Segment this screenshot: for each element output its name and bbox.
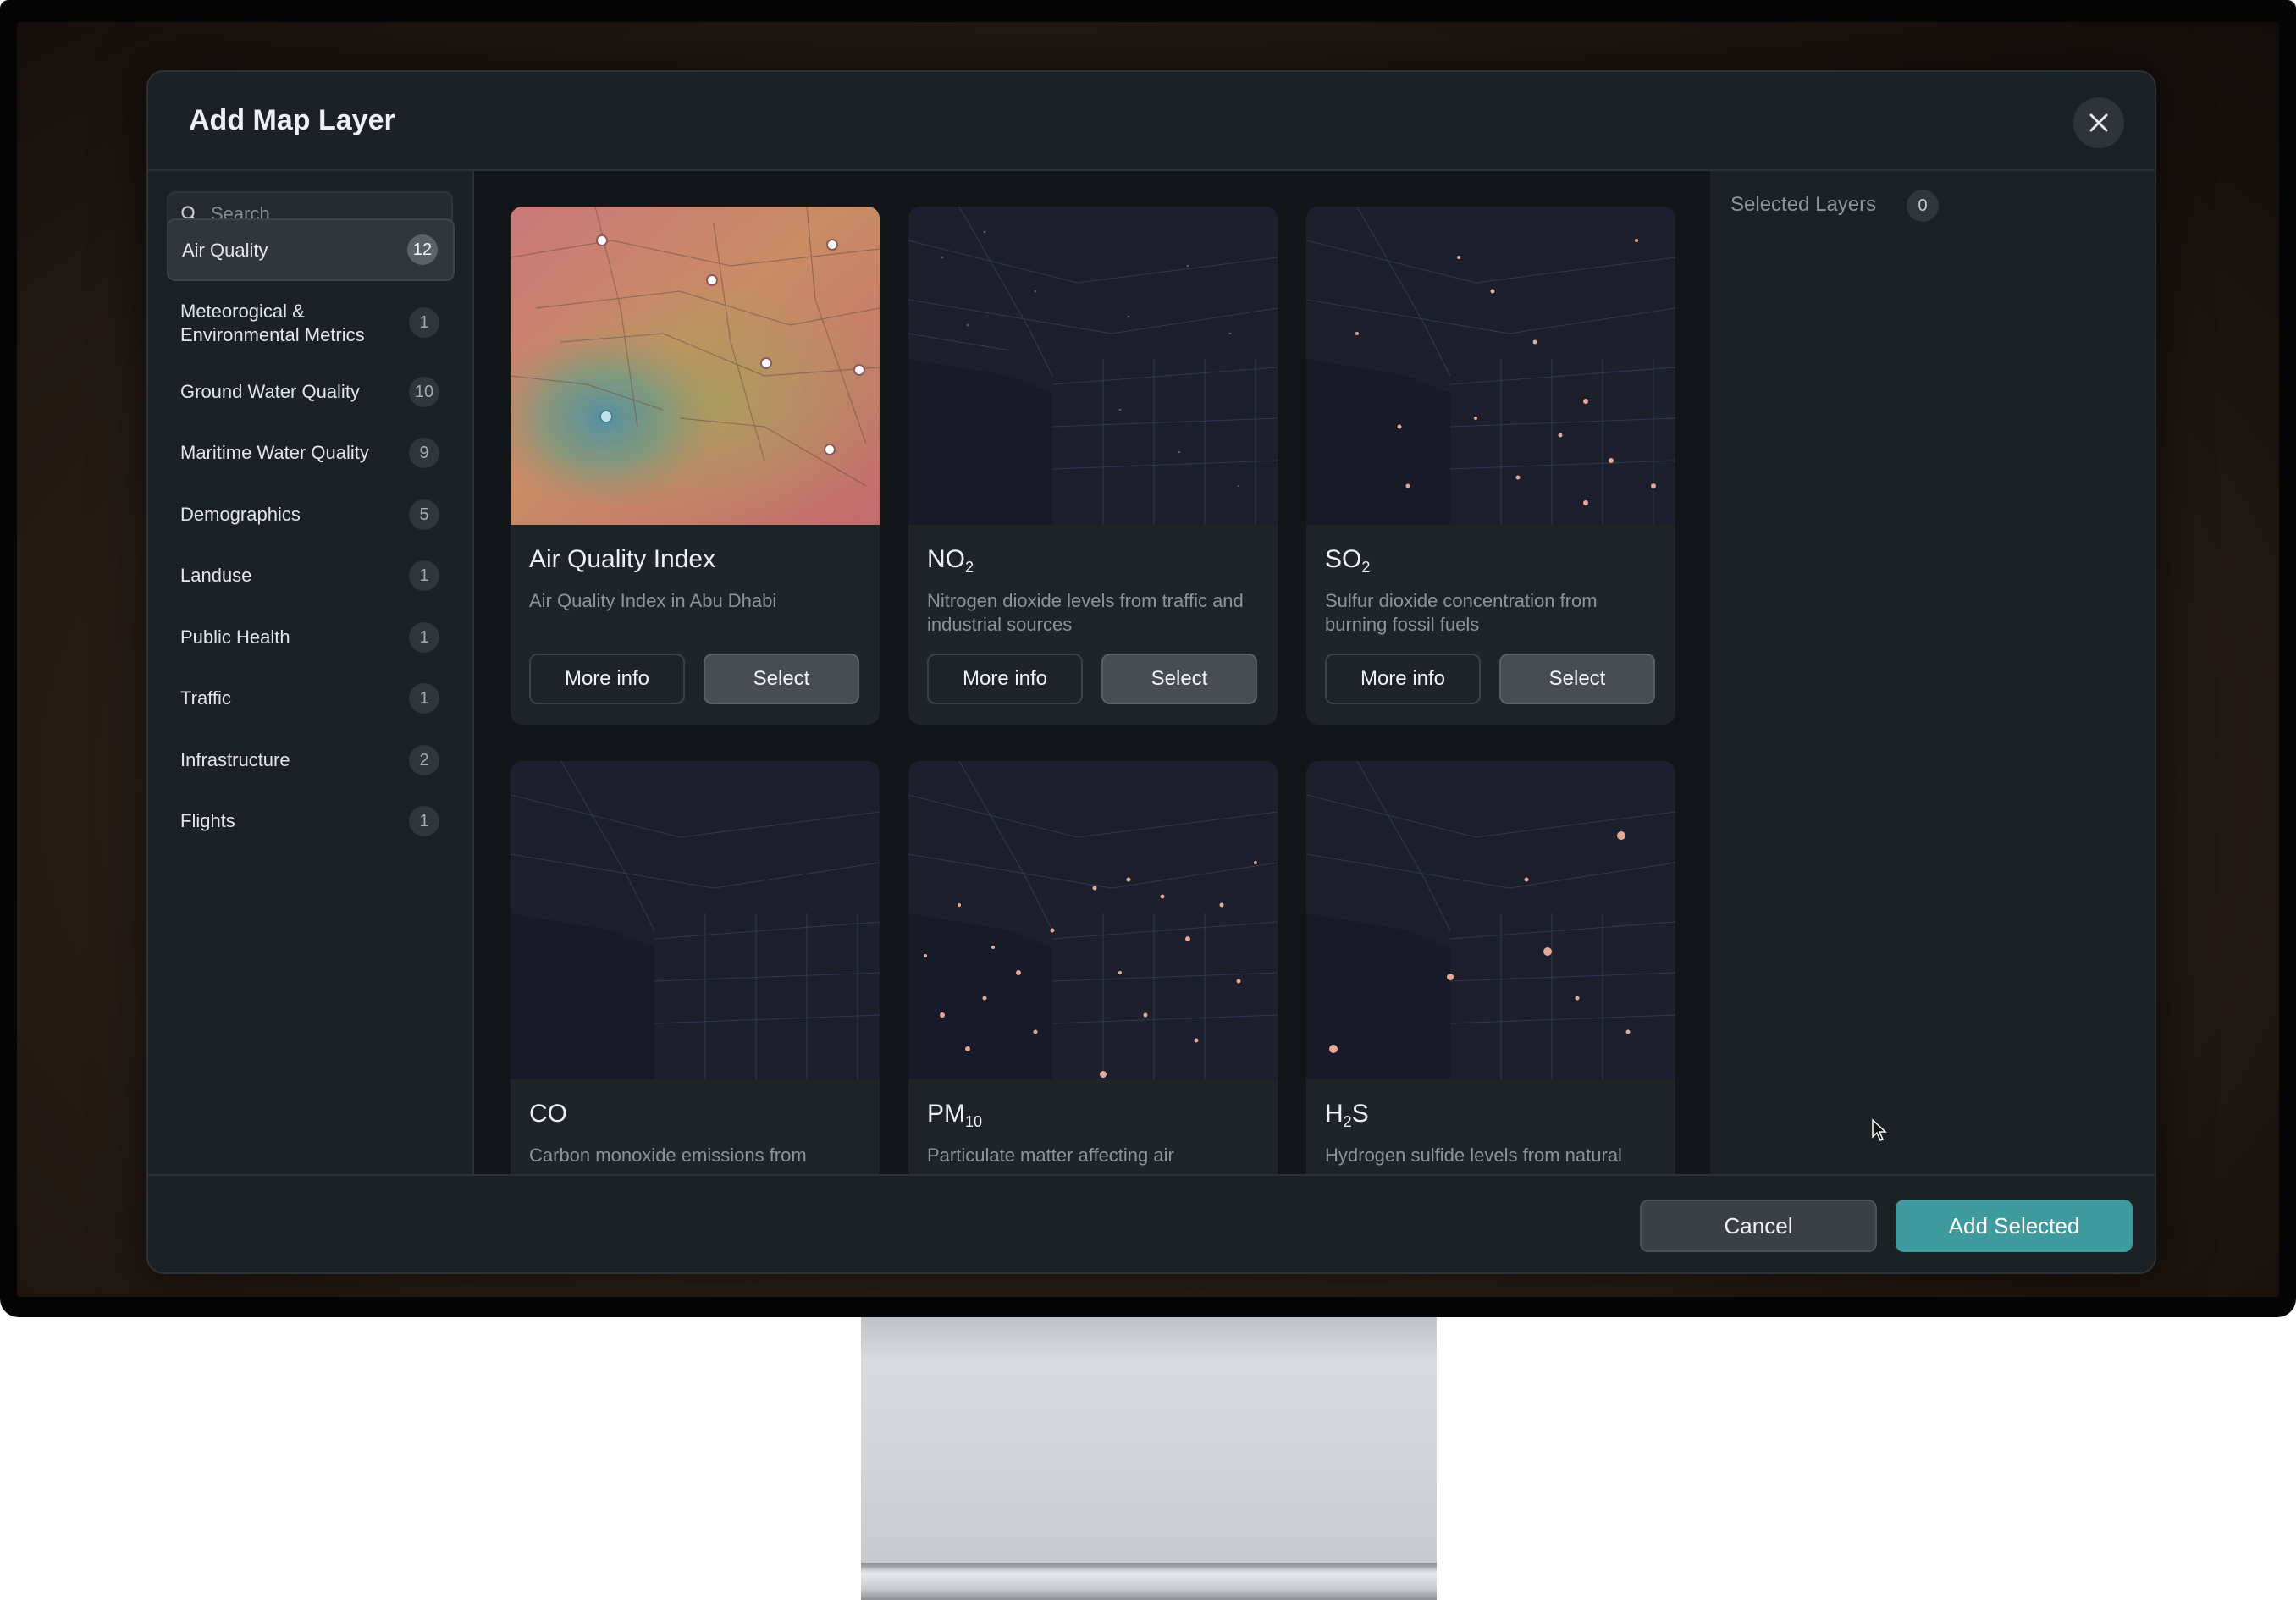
category-count-badge: 5: [409, 499, 439, 530]
layer-title-text: NO: [927, 545, 965, 573]
category-label: Traffic: [180, 687, 231, 709]
layer-thumbnail[interactable]: [511, 207, 880, 525]
monitor-bezel: Add Map Layer Air Quality: [0, 0, 2296, 1317]
category-demographics[interactable]: Demographics 5: [167, 487, 455, 543]
layer-thumbnail[interactable]: [1306, 207, 1675, 525]
category-count-badge: 1: [409, 560, 439, 591]
add-map-layer-dialog: Add Map Layer Air Quality: [146, 70, 2156, 1274]
category-label: Public Health: [180, 626, 290, 648]
category-label: Maritime Water Quality: [180, 442, 369, 463]
category-flights[interactable]: Flights 1: [167, 793, 455, 849]
more-info-button[interactable]: More info: [927, 654, 1083, 704]
category-label: Demographics: [180, 504, 301, 525]
category-air-quality[interactable]: Air Quality 12: [167, 218, 455, 281]
category-sidebar: Air Quality 12 Meteorogical & Environmen…: [148, 171, 474, 1174]
layer-thumbnail[interactable]: [908, 761, 1278, 1079]
category-meteorological[interactable]: Meteorogical & Environmental Metrics 1: [167, 284, 455, 361]
layer-card-no2: NO2 Nitrogen dioxide levels from traffic…: [908, 207, 1278, 725]
selected-layers-label: Selected Layers: [1730, 193, 1877, 216]
monitor-stand-base: [861, 1563, 1437, 1600]
add-selected-button[interactable]: Add Selected: [1896, 1200, 2133, 1252]
layer-description: Air Quality Index in Abu Dhabi: [529, 590, 777, 611]
category-label: Infrastructure: [180, 749, 290, 770]
stand-shadow: [861, 1563, 1437, 1568]
layer-title-text: H: [1325, 1100, 1344, 1128]
category-public-health[interactable]: Public Health 1: [167, 610, 455, 665]
layer-description: Hydrogen sulfide levels from natural: [1325, 1145, 1622, 1166]
layer-thumbnail[interactable]: [511, 761, 880, 1079]
dialog-title: Add Map Layer: [189, 104, 395, 136]
layer-title: NO2: [927, 545, 974, 577]
category-label: Ground Water Quality: [180, 381, 360, 402]
layer-grid: Air Quality Index Air Quality Index in A…: [474, 171, 1710, 1174]
category-count-badge: 1: [409, 307, 439, 338]
layer-thumbnail[interactable]: [908, 207, 1278, 525]
category-count-badge: 1: [409, 806, 439, 836]
category-maritime-water-quality[interactable]: Maritime Water Quality 9: [167, 425, 455, 481]
layer-card-so2: SO2 Sulfur dioxide concentration from bu…: [1306, 207, 1675, 725]
more-info-button[interactable]: More info: [1325, 654, 1481, 704]
layer-title-subscript: 2: [1361, 559, 1371, 576]
layer-title: Air Quality Index: [529, 545, 715, 574]
layer-title: CO: [529, 1100, 567, 1128]
layer-description: Nitrogen dioxide levels from traffic and…: [927, 590, 1244, 635]
layer-card-co: CO Carbon monoxide emissions from: [511, 761, 880, 1174]
more-info-button[interactable]: More info: [529, 654, 685, 704]
dialog-header: Add Map Layer: [148, 72, 2155, 171]
category-label: Landuse: [180, 565, 252, 586]
category-count-badge: 1: [409, 622, 439, 653]
layer-title-text: CO: [529, 1100, 567, 1128]
dialog-footer: Cancel Add Selected: [148, 1174, 2155, 1272]
category-label: Air Quality: [182, 240, 268, 261]
select-button[interactable]: Select: [704, 654, 859, 704]
layer-card-pm10: PM10 Particulate matter affecting air: [908, 761, 1278, 1174]
category-count-badge: 1: [409, 683, 439, 714]
layer-title: SO2: [1325, 545, 1370, 577]
layer-title-text: SO: [1325, 545, 1362, 573]
select-button[interactable]: Select: [1499, 654, 1655, 704]
layer-card-h2s: H2S Hydrogen sulfide levels from natural: [1306, 761, 1675, 1174]
layer-title-subscript: 2: [1343, 1113, 1352, 1130]
category-count-badge: 12: [407, 234, 438, 265]
layer-title-subscript: 2: [965, 559, 974, 576]
layer-card-air-quality-index: Air Quality Index Air Quality Index in A…: [511, 207, 880, 725]
close-button[interactable]: [2073, 97, 2124, 148]
close-icon: [2089, 113, 2108, 132]
category-count-badge: 10: [409, 377, 439, 407]
mouse-cursor-icon: [1872, 1118, 1887, 1141]
category-label: Meteorogical & Environmental Metrics: [180, 301, 365, 345]
layer-description: Sulfur dioxide concentration from burnin…: [1325, 590, 1598, 635]
category-count-badge: 2: [409, 745, 439, 775]
category-infrastructure[interactable]: Infrastructure 2: [167, 732, 455, 788]
layer-title-text: PM: [927, 1100, 965, 1128]
select-button[interactable]: Select: [1101, 654, 1257, 704]
category-count-badge: 9: [409, 438, 439, 468]
screen: Add Map Layer Air Quality: [17, 22, 2279, 1297]
selected-count-badge: 0: [1907, 190, 1939, 222]
monitor-stand: [861, 1317, 1437, 1563]
selected-layers-panel: Selected Layers 0: [1712, 171, 2155, 1174]
category-ground-water-quality[interactable]: Ground Water Quality 10: [167, 364, 455, 420]
layer-title: PM10: [927, 1100, 982, 1131]
layer-title-text: Air Quality Index: [529, 545, 716, 573]
layer-thumbnail[interactable]: [1306, 761, 1675, 1079]
layer-description: Particulate matter affecting air: [927, 1145, 1174, 1166]
layer-title-subscript: 10: [965, 1113, 983, 1130]
category-traffic[interactable]: Traffic 1: [167, 670, 455, 726]
cancel-button[interactable]: Cancel: [1640, 1200, 1877, 1252]
layer-description: Carbon monoxide emissions from: [529, 1145, 807, 1166]
layer-title: H2S: [1325, 1100, 1369, 1131]
layer-title-text-tail: S: [1351, 1100, 1369, 1128]
category-landuse[interactable]: Landuse 1: [167, 548, 455, 604]
category-label: Flights: [180, 810, 235, 831]
